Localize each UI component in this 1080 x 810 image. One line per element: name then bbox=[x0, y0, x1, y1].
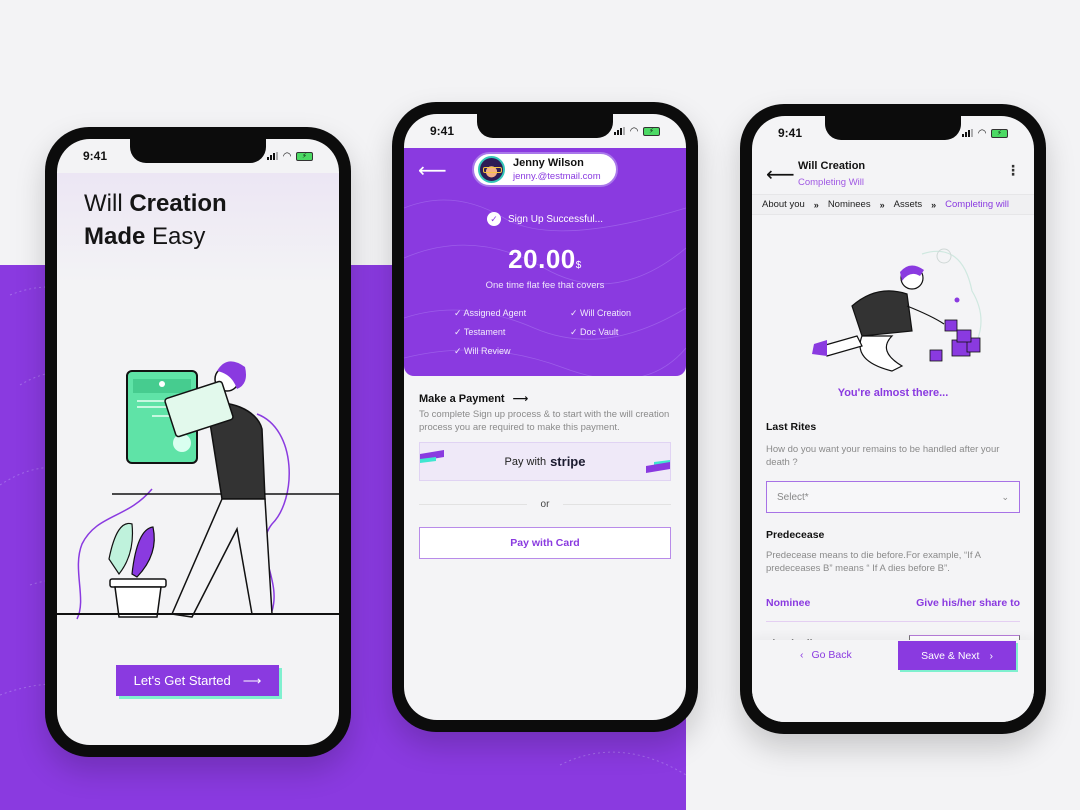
breadcrumb: About you » Nominees » Assets » Completi… bbox=[752, 194, 1034, 215]
feature-item: Will Creation bbox=[570, 308, 660, 319]
phone-notch bbox=[130, 139, 266, 163]
predecease-title: Predecease bbox=[766, 529, 825, 541]
go-back-button[interactable]: ‹ Go Back bbox=[800, 649, 852, 661]
chevron-right-icon: › bbox=[989, 649, 993, 662]
payment-header: ⟵ Jenny Wilson jenny.@testmail.com ✓ Sig… bbox=[404, 148, 686, 376]
feature-item: Doc Vault bbox=[570, 327, 660, 338]
profile-email: jenny.@testmail.com bbox=[513, 171, 601, 182]
verified-badge-icon: ✓ bbox=[486, 212, 501, 226]
arrow-right-icon: ⟶ bbox=[242, 672, 262, 688]
arrow-right-icon: ⟶ bbox=[512, 393, 529, 405]
breadcrumb-completing-will[interactable]: Completing will bbox=[945, 199, 1009, 210]
pay-with-stripe-button[interactable]: Pay with stripe bbox=[419, 442, 671, 481]
signup-status: ✓ Sign Up Successful... bbox=[404, 212, 686, 226]
progress-message: You're almost there... bbox=[837, 387, 949, 399]
back-arrow-icon[interactable]: ⟵ bbox=[418, 158, 447, 183]
blocks-illustration bbox=[812, 248, 982, 372]
pay-with-card-button[interactable]: Pay with Card bbox=[419, 527, 671, 559]
signal-icon bbox=[267, 152, 279, 160]
breadcrumb-about-you[interactable]: About you bbox=[762, 199, 805, 210]
welcome-screen: 9:41 ◠ ⚡ Will Creation Made Easy Let's G… bbox=[57, 139, 339, 745]
price-subtitle: One time flat fee that covers bbox=[485, 280, 605, 291]
wifi-icon: ◠ bbox=[283, 150, 291, 162]
avatar bbox=[478, 156, 505, 183]
status-time: 9:41 bbox=[83, 149, 108, 163]
feature-item: Assigned Agent bbox=[454, 308, 570, 319]
wifi-icon: ◠ bbox=[978, 127, 986, 139]
phone-will-creation: 9:41 ◠ ⚡ ⟵ Will Creation Completing Will… bbox=[740, 104, 1046, 734]
feature-item: Testament bbox=[454, 327, 570, 338]
last-rites-description: How do you want your remains to be handl… bbox=[766, 444, 1000, 468]
welcome-title: Will Creation Made Easy bbox=[84, 190, 227, 250]
payment-body: Make a Payment ⟶ To complete Sign up pro… bbox=[419, 392, 671, 559]
phone-welcome: 9:41 ◠ ⚡ Will Creation Made Easy Let's G… bbox=[45, 127, 351, 757]
breadcrumb-assets[interactable]: Assets bbox=[894, 199, 923, 210]
floor-line bbox=[57, 613, 339, 615]
will-creation-screen: 9:41 ◠ ⚡ ⟵ Will Creation Completing Will… bbox=[752, 116, 1034, 722]
save-next-button[interactable]: Save & Next › bbox=[898, 641, 1016, 670]
back-arrow-icon[interactable]: ⟵ bbox=[766, 162, 795, 187]
breadcrumb-separator: » bbox=[879, 199, 885, 210]
breadcrumb-nominees[interactable]: Nominees bbox=[828, 199, 871, 210]
status-time: 9:41 bbox=[430, 124, 455, 138]
signal-icon bbox=[962, 129, 974, 137]
battery-icon: ⚡ bbox=[296, 151, 313, 161]
more-options-icon[interactable]: ⋮ bbox=[1006, 162, 1020, 179]
stripe-logo: stripe bbox=[550, 454, 586, 469]
battery-icon: ⚡ bbox=[991, 128, 1008, 138]
or-divider: or bbox=[419, 499, 671, 510]
profile-pill[interactable]: Jenny Wilson jenny.@testmail.com bbox=[472, 152, 618, 187]
stripe-decoration-icon bbox=[646, 460, 670, 473]
payment-screen: 9:41 ◠ ⚡ ⟵ Jenny Wilson jenny.@testmail.… bbox=[404, 114, 686, 720]
breadcrumb-separator: » bbox=[813, 199, 819, 210]
signal-icon bbox=[614, 127, 626, 135]
feature-list: Assigned Agent Will Creation Testament D… bbox=[454, 308, 654, 357]
wifi-icon: ◠ bbox=[630, 125, 638, 137]
make-payment-title: Make a Payment ⟶ bbox=[419, 392, 529, 406]
phone-notch bbox=[825, 116, 961, 140]
footer-actions: ‹ Go Back Save & Next › bbox=[752, 640, 1034, 722]
price: 20.00$ bbox=[508, 244, 582, 274]
get-started-button[interactable]: Let's Get Started ⟶ bbox=[116, 665, 279, 696]
status-time: 9:41 bbox=[778, 126, 803, 140]
chevron-down-icon: ⌄ bbox=[1001, 491, 1009, 502]
profile-name: Jenny Wilson bbox=[513, 157, 584, 169]
breadcrumb-separator: » bbox=[931, 199, 937, 210]
nominee-table-header: Nominee Give his/her share to bbox=[766, 597, 1020, 622]
phone-notch bbox=[477, 114, 613, 138]
phone-payment: 9:41 ◠ ⚡ ⟵ Jenny Wilson jenny.@testmail.… bbox=[392, 102, 698, 732]
feature-item: Will Review bbox=[454, 346, 570, 357]
header-subtitle: Completing Will bbox=[798, 177, 864, 188]
header-title: Will Creation bbox=[798, 160, 866, 172]
last-rites-title: Last Rites bbox=[766, 421, 817, 433]
share-column-header: Give his/her share to bbox=[916, 597, 1020, 609]
last-rites-select[interactable]: Select* ⌄ bbox=[766, 481, 1020, 513]
will-form: Last Rites How do you want your remains … bbox=[766, 421, 1020, 653]
stripe-decoration-icon bbox=[420, 450, 444, 463]
make-payment-description: To complete Sign up process & to start w… bbox=[419, 409, 670, 433]
welcome-illustration bbox=[76, 361, 339, 620]
nominee-column-header: Nominee bbox=[766, 597, 811, 609]
chevron-left-icon: ‹ bbox=[800, 649, 804, 661]
battery-icon: ⚡ bbox=[643, 126, 660, 136]
predecease-description: Predecease means to die before.For examp… bbox=[766, 550, 981, 574]
